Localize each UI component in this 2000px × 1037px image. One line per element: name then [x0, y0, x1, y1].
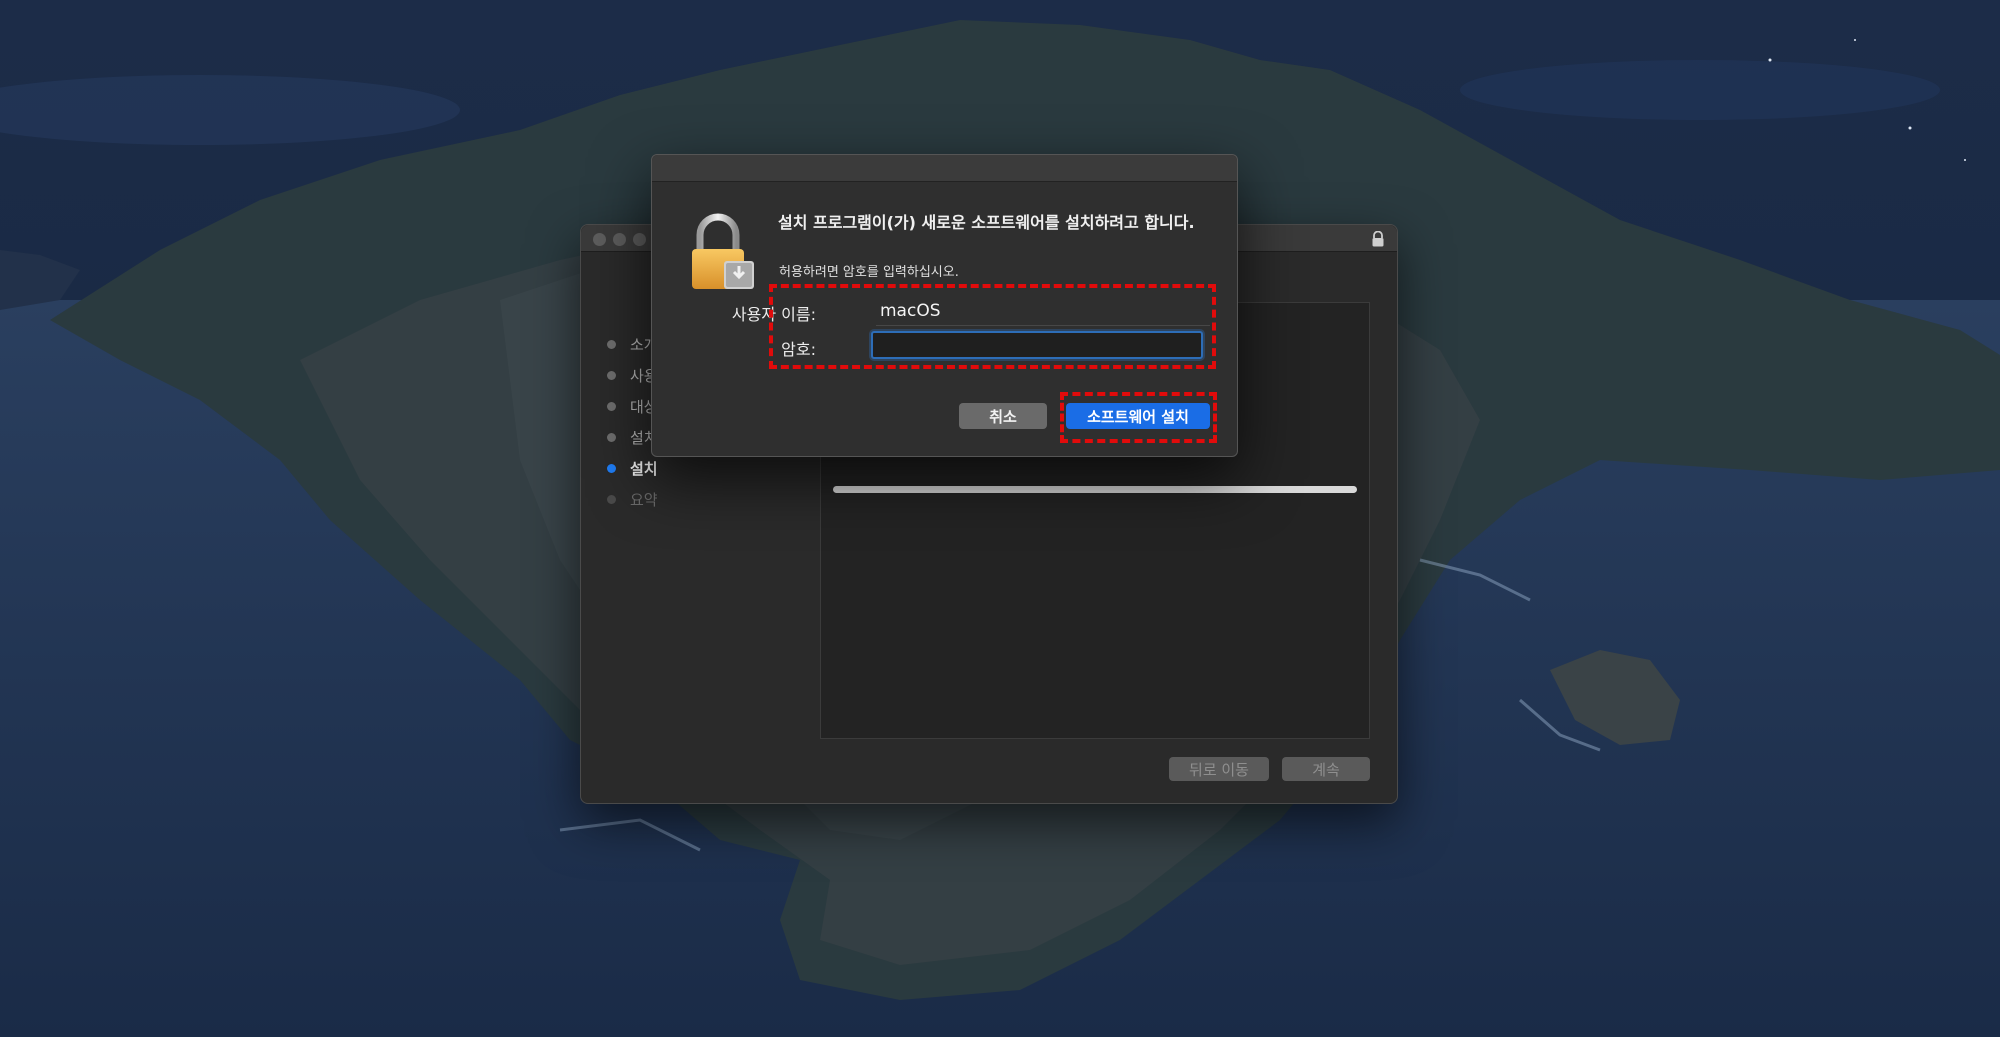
step-bullet [607, 371, 616, 380]
dialog-heading: 설치 프로그램이(가) 새로운 소프트웨어를 설치하려고 합니다. [778, 213, 1195, 232]
step-bullet [607, 340, 616, 349]
step-item: 요약 [607, 484, 658, 515]
dialog-subtext: 허용하려면 암호를 입력하십시오. [779, 265, 959, 280]
step-label: 설치 [630, 460, 658, 478]
credentials-highlight-box [769, 284, 1216, 369]
zoom-button[interactable] [633, 233, 646, 246]
install-progress-bar [833, 486, 1357, 493]
continue-button[interactable]: 계속 [1282, 757, 1370, 781]
authorization-dialog: 설치 프로그램이(가) 새로운 소프트웨어를 설치하려고 합니다. 허용하려면 … [651, 154, 1238, 457]
back-button[interactable]: 뒤로 이동 [1169, 757, 1269, 781]
minimize-button[interactable] [613, 233, 626, 246]
step-bullet [607, 433, 616, 442]
step-bullet [607, 464, 616, 473]
step-item-active: 설치 [607, 453, 658, 484]
lock-icon [692, 213, 754, 289]
step-bullet [607, 495, 616, 504]
cancel-button[interactable]: 취소 [959, 403, 1047, 429]
step-label: 요약 [630, 491, 658, 509]
close-button[interactable] [593, 233, 606, 246]
step-bullet [607, 402, 616, 411]
install-button-highlight-box [1060, 392, 1217, 443]
lock-icon [1372, 231, 1384, 247]
install-progress-fill [833, 486, 1357, 493]
dialog-titlebar [652, 155, 1237, 182]
